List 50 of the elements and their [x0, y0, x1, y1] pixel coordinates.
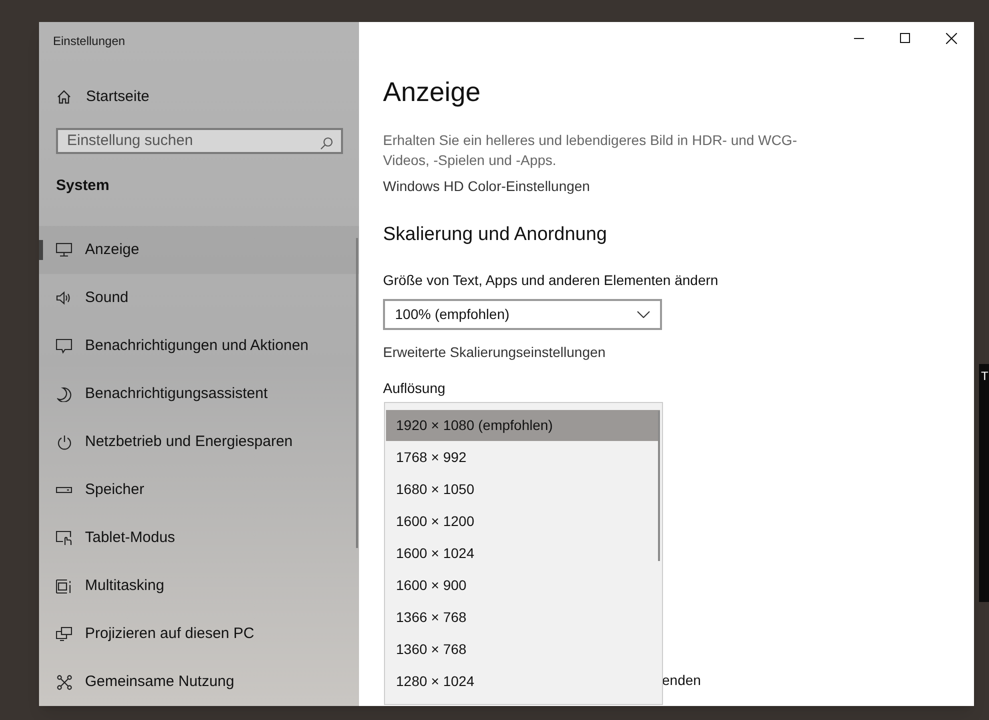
- field-label: Auflösung: [383, 378, 446, 396]
- resolution-option[interactable]: 1360 × 768: [386, 634, 656, 665]
- scrollbar[interactable]: [658, 411, 660, 561]
- nav-item[interactable]: Projizieren auf diesen PC: [39, 610, 359, 658]
- chevron-down-icon: [637, 310, 650, 318]
- resolution-option[interactable]: 1280 × 1024: [386, 666, 656, 697]
- resolution-option[interactable]: 1600 × 900: [386, 570, 656, 601]
- nav-item[interactable]: Benachrichtigungen und Aktionen: [39, 322, 359, 370]
- window-title: Einstellungen: [53, 33, 126, 50]
- home-nav-item[interactable]: Startseite: [56, 86, 150, 108]
- projector-icon: [56, 627, 72, 641]
- maximize-icon: [900, 33, 910, 43]
- resolution-option[interactable]: 1680 × 1050: [386, 474, 656, 505]
- covered-text: enden: [662, 671, 701, 690]
- scale-dropdown[interactable]: 100% (empfohlen): [383, 298, 662, 330]
- section-heading: Skalierung und Anordnung: [383, 223, 607, 247]
- power-icon: [56, 434, 72, 450]
- nav-item[interactable]: Sound: [39, 274, 359, 322]
- nav-item[interactable]: Multitasking: [39, 562, 359, 610]
- share-icon: [56, 674, 72, 690]
- search-icon: [320, 136, 333, 150]
- scrollbar[interactable]: [356, 238, 358, 548]
- field-label: Größe von Text, Apps und anderen Elementen ändern: [383, 270, 718, 290]
- section-heading: System: [56, 176, 110, 196]
- nav-item[interactable]: Anzeige: [39, 226, 359, 274]
- tablet-icon: [56, 530, 72, 546]
- drive-icon: [56, 487, 72, 493]
- nav-item[interactable]: Gemeinsame Nutzung: [39, 658, 359, 706]
- resolution-option[interactable]: 1600 × 1024: [386, 538, 656, 569]
- nav-item[interactable]: Benachrichtigungsassistent: [39, 370, 359, 418]
- message-icon: [56, 338, 72, 354]
- multitasking-icon: [56, 578, 72, 594]
- desktop-text: T: [981, 370, 989, 382]
- monitor-icon: [56, 243, 72, 257]
- resolution-option[interactable]: 1366 × 768: [386, 602, 656, 633]
- page-title: Anzeige: [383, 76, 481, 109]
- nav-item[interactable]: Netzbetrieb und Energiesparen: [39, 418, 359, 466]
- speaker-icon: [56, 291, 72, 305]
- nav-item[interactable]: Tablet-Modus: [39, 514, 359, 562]
- description-text: Erhalten Sie ein helleres und lebendigeres Bild in HDR- und WCG-Videos, -Spielen und -Apps.: [383, 131, 798, 170]
- close-icon: [946, 32, 956, 44]
- settings-link[interactable]: Windows HD Color-Einstellungen: [383, 176, 590, 197]
- resolution-option[interactable]: 1920 × 1080 (empfohlen): [386, 410, 660, 441]
- search-field[interactable]: Einstellung suchen: [56, 128, 343, 154]
- resolution-option[interactable]: 1600 × 1200: [386, 506, 656, 537]
- resolution-option[interactable]: 1768 × 992: [386, 442, 656, 473]
- moon-icon: [56, 386, 72, 402]
- home-icon: [56, 89, 72, 106]
- settings-link[interactable]: Erweiterte Skalierungseinstellungen: [383, 342, 606, 362]
- nav-item[interactable]: Speicher: [39, 466, 359, 514]
